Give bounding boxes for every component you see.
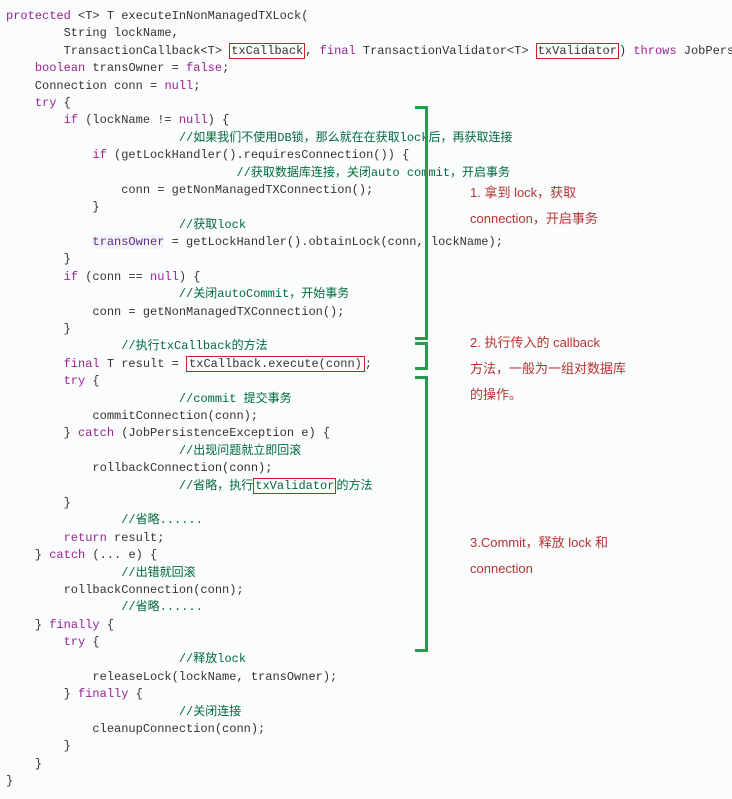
highlight-txcallback: txCallback (229, 43, 305, 59)
code-line: return result; (6, 530, 726, 547)
code-line: TransactionCallback<T> txCallback, final… (6, 43, 726, 60)
code-line: if (getLockHandler().requiresConnection(… (6, 147, 726, 164)
annotation-3: 3.Commit，释放 lock 和 connection (470, 530, 608, 582)
annotation-2: 2. 执行传入的 callback 方法，一般为一组对数据库 的操作。 (470, 330, 626, 408)
code-line: transOwner = getLockHandler().obtainLock… (6, 234, 726, 251)
annotation-1: 1. 拿到 lock，获取 connection，开启事务 (470, 180, 598, 232)
code-line: boolean transOwner = false; (6, 60, 726, 77)
code-line: //出错就回滚 (6, 565, 726, 582)
code-line: } (6, 251, 726, 268)
code-line: if (conn == null) { (6, 269, 726, 286)
code-line: } (6, 773, 726, 790)
code-line: rollbackConnection(conn); (6, 582, 726, 599)
code-line: //关闭连接 (6, 704, 726, 721)
code-line: String lockName, (6, 25, 726, 42)
code-line: //如果我们不使用DB锁，那么就在在获取lock后，再获取连接 (6, 130, 726, 147)
code-line: if (lockName != null) { (6, 112, 726, 129)
code-line: } (6, 738, 726, 755)
code-line: //获取数据库连接，关闭auto commit，开启事务 (6, 165, 726, 182)
code-line: //省略...... (6, 599, 726, 616)
highlight-txvalidator2: txValidator (253, 478, 336, 494)
code-line: } (6, 756, 726, 773)
code-line: //释放lock (6, 651, 726, 668)
bracket-3 (415, 376, 428, 652)
code-line: } catch (... e) { (6, 547, 726, 564)
code-line: //获取lock (6, 217, 726, 234)
code-line: //关闭autoCommit，开始事务 (6, 286, 726, 303)
code-line: } finally { (6, 686, 726, 703)
code-line: try { (6, 95, 726, 112)
code-line: } (6, 495, 726, 512)
highlight-execute: txCallback.execute(conn) (186, 356, 365, 372)
code-line: //出现问题就立即回滚 (6, 443, 726, 460)
code-line: //省略...... (6, 512, 726, 529)
code-line: cleanupConnection(conn); (6, 721, 726, 738)
highlight-txvalidator: txValidator (536, 43, 619, 59)
code-line: conn = getNonManagedTXConnection(); (6, 304, 726, 321)
code-line: //省略，执行txValidator的方法 (6, 478, 726, 495)
code-line: releaseLock(lockName, transOwner); (6, 669, 726, 686)
code-line: rollbackConnection(conn); (6, 460, 726, 477)
code-line: } finally { (6, 617, 726, 634)
bracket-1 (415, 106, 428, 340)
code-line: protected <T> T executeInNonManagedTXLoc… (6, 8, 726, 25)
code-line: commitConnection(conn); (6, 408, 726, 425)
code-line: } (6, 199, 726, 216)
code-line: } catch (JobPersistenceException e) { (6, 425, 726, 442)
code-line: Connection conn = null; (6, 78, 726, 95)
code-line: try { (6, 634, 726, 651)
bracket-2 (415, 342, 428, 370)
code-line: conn = getNonManagedTXConnection(); (6, 182, 726, 199)
